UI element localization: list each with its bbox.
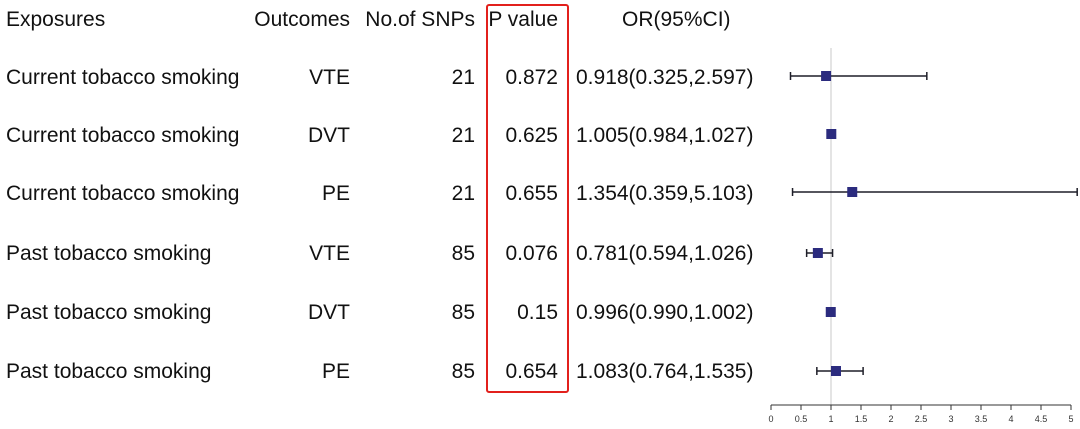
x-tick-label: 4.5	[1035, 414, 1048, 424]
x-tick-label: 2	[888, 414, 893, 424]
x-tick-label: 1	[828, 414, 833, 424]
x-tick-label: 3	[948, 414, 953, 424]
or-marker	[830, 366, 841, 376]
or-marker	[847, 187, 858, 197]
or-marker	[812, 248, 823, 258]
x-tick-label: 2.5	[915, 414, 928, 424]
x-tick-label: 5	[1068, 414, 1073, 424]
or-marker	[821, 71, 832, 81]
x-tick-label: 0.5	[795, 414, 808, 424]
x-tick-label: 3.5	[975, 414, 988, 424]
or-marker	[826, 129, 837, 139]
x-tick-label: 1.5	[855, 414, 868, 424]
or-marker	[825, 307, 836, 317]
x-tick-label: 4	[1008, 414, 1013, 424]
forest-plot: 0 0.5 1 1.5 2 2.5 3 3.5 4 4.5 5	[768, 48, 1078, 424]
x-tick-label: 0	[768, 414, 773, 424]
